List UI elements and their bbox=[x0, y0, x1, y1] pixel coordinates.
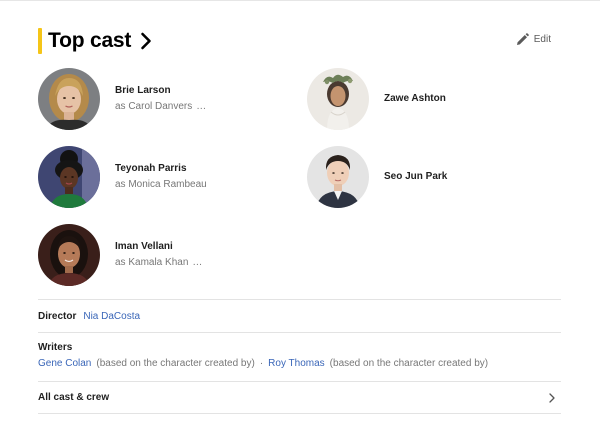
director-row: Director Nia DaCosta bbox=[38, 300, 561, 332]
section-accent-bar bbox=[38, 28, 42, 54]
cast-info: Brie Larson as Carol Danvers… bbox=[115, 84, 206, 114]
cast-info: Zawe Ashton bbox=[384, 92, 446, 106]
chevron-right-icon bbox=[549, 393, 555, 403]
portrait-man-suit-icon bbox=[307, 146, 369, 208]
character-name: as Monica Rambeau bbox=[115, 179, 207, 190]
writers-label: Writers bbox=[38, 342, 73, 353]
cast-member: Teyonah Parris as Monica Rambeau bbox=[38, 145, 288, 209]
cast-grid: Brie Larson as Carol Danvers… Zawe Ashto… bbox=[38, 67, 568, 289]
actor-photo[interactable] bbox=[307, 68, 369, 130]
actor-name-link[interactable]: Zawe Ashton bbox=[384, 92, 446, 106]
section-title: Top cast bbox=[48, 29, 132, 52]
portrait-woman-curly-hair-icon bbox=[38, 146, 100, 208]
writers-row: Writers Gene Colan (based on the charact… bbox=[38, 333, 561, 381]
cast-member: Brie Larson as Carol Danvers… bbox=[38, 67, 288, 131]
cast-info: Seo Jun Park bbox=[384, 170, 447, 184]
top-cast-header: Top cast Edit bbox=[38, 28, 561, 54]
more-roles-marker: … bbox=[192, 257, 203, 268]
top-divider bbox=[0, 0, 600, 1]
portrait-blonde-woman-icon bbox=[38, 68, 100, 130]
actor-photo[interactable] bbox=[38, 68, 100, 130]
portrait-woman-floral-crown-icon bbox=[307, 68, 369, 130]
cast-info: Iman Vellani as Kamala Khan… bbox=[115, 240, 202, 270]
all-cast-crew-link[interactable]: All cast & crew bbox=[38, 382, 561, 413]
writer-credit-note: (based on the character created by) bbox=[329, 358, 489, 369]
pencil-icon bbox=[516, 33, 529, 45]
actor-name-link[interactable]: Iman Vellani bbox=[115, 240, 202, 254]
chevron-right-icon bbox=[141, 32, 152, 50]
portrait-young-woman-dark-hair-icon bbox=[38, 224, 100, 286]
credits-list: Director Nia DaCosta Writers Gene Colan … bbox=[38, 299, 561, 414]
all-cast-crew-label: All cast & crew bbox=[38, 392, 110, 403]
more-roles-marker: … bbox=[196, 101, 207, 112]
top-cast-title-link[interactable]: Top cast bbox=[48, 28, 152, 54]
character-name: as Carol Danvers… bbox=[115, 101, 207, 112]
actor-name-link[interactable]: Brie Larson bbox=[115, 84, 206, 98]
director-name-link[interactable]: Nia DaCosta bbox=[83, 311, 140, 322]
actor-photo[interactable] bbox=[38, 224, 100, 286]
divider bbox=[38, 413, 561, 414]
cast-info: Teyonah Parris as Monica Rambeau bbox=[115, 162, 207, 192]
actor-name-link[interactable]: Teyonah Parris bbox=[115, 162, 207, 176]
actor-name-link[interactable]: Seo Jun Park bbox=[384, 170, 447, 184]
writers-list: Gene Colan (based on the character creat… bbox=[38, 358, 561, 369]
cast-member: Iman Vellani as Kamala Khan… bbox=[38, 223, 288, 287]
edit-label: Edit bbox=[533, 34, 551, 45]
writer-credit-note: (based on the character created by) bbox=[96, 358, 255, 369]
writer-name-link[interactable]: Roy Thomas bbox=[268, 358, 325, 369]
cast-member: Zawe Ashton bbox=[307, 67, 557, 131]
writer-separator: · bbox=[259, 358, 264, 369]
actor-photo[interactable] bbox=[307, 146, 369, 208]
edit-button[interactable]: Edit bbox=[516, 33, 551, 46]
actor-photo[interactable] bbox=[38, 146, 100, 208]
director-label: Director bbox=[38, 310, 77, 322]
character-name: as Kamala Khan… bbox=[115, 257, 203, 268]
writer-name-link[interactable]: Gene Colan bbox=[38, 358, 91, 369]
cast-member: Seo Jun Park bbox=[307, 145, 557, 209]
